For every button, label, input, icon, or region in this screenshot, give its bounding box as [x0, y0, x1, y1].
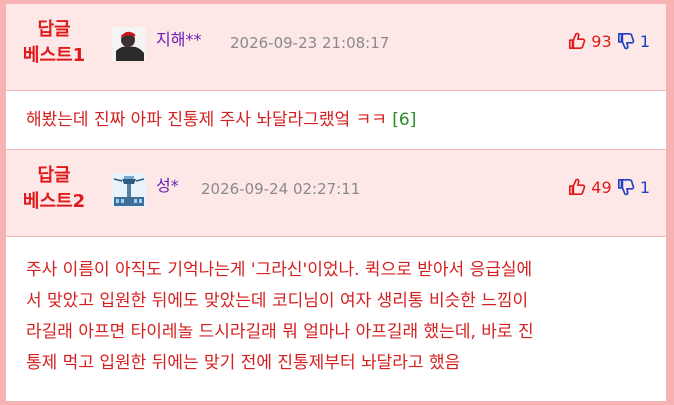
comment-text-line: 주사 이름이 아직도 기억나는게 '그라신'이었나. 퀵으로 받아서 응급실에	[26, 260, 533, 280]
upvote-count: 49	[591, 178, 612, 197]
timestamp: 2026-09-24 02:27:11	[201, 180, 361, 198]
comment-body-1: 해봤는데 진짜 아파 진통제 주사 놔달라그랬엌 ㅋㅋ [6]	[6, 90, 666, 150]
best-comments-panel: 답글 베스트1 지해** 2026-09-23 21:08:17 93 1 해봤…	[6, 4, 666, 401]
vote-controls-1: 93 1	[568, 32, 650, 52]
avatar-photo-icon	[112, 27, 146, 61]
comment-header-1: 답글 베스트1 지해** 2026-09-23 21:08:17 93 1	[6, 4, 666, 90]
avatar[interactable]	[112, 27, 146, 61]
upvote-count: 93	[591, 32, 612, 51]
comment-text: 주사 이름이 아직도 기억나는게 '그라신'이었나. 퀵으로 받아서 응급실에 …	[6, 237, 646, 379]
best-rank-badge-1: 답글 베스트1	[12, 17, 96, 69]
airport-tower-icon	[112, 173, 146, 207]
downvote-count: 1	[639, 32, 650, 51]
downvote-count: 1	[639, 178, 650, 197]
comment-text: 해봤는데 진짜 아파 진통제 주사 놔달라그랬엌 ㅋㅋ [6]	[6, 91, 646, 136]
reply-count-link[interactable]: [6]	[392, 110, 416, 130]
upvote-button[interactable]: 49	[568, 178, 617, 197]
vote-controls-2: 49 1	[568, 178, 650, 198]
timestamp: 2026-09-23 21:08:17	[230, 34, 390, 52]
thumbs-down-icon	[617, 178, 635, 196]
downvote-button[interactable]: 1	[617, 32, 650, 51]
downvote-button[interactable]: 1	[617, 178, 650, 197]
comment-text-line: 서 맞았고 입원한 뒤에도 맞았는데 코디님이 여자 생리통 비슷한 느낌이	[26, 291, 529, 311]
comment-body-2: 주사 이름이 아직도 기억나는게 '그라신'이었나. 퀵으로 받아서 응급실에 …	[6, 236, 666, 401]
best-rank-badge-2: 답글 베스트2	[12, 163, 96, 215]
comment-header-2: 답글 베스트2 성* 2026-09-24 02:27:11 49 1	[6, 150, 666, 236]
rank-label-line1: 답글	[37, 19, 71, 40]
comment-text-content: 해봤는데 진짜 아파 진통제 주사 놔달라그랬엌 ㅋㅋ	[26, 110, 387, 130]
rank-label-line1: 답글	[37, 165, 71, 186]
nickname[interactable]: 성*	[156, 176, 179, 196]
avatar[interactable]	[112, 173, 146, 207]
thumbs-up-icon	[569, 32, 586, 50]
upvote-button[interactable]: 93	[568, 32, 617, 51]
thumbs-up-icon	[569, 178, 586, 196]
comment-text-line: 통제 먹고 입원한 뒤에는 맞기 전에 진통제부터 놔달라고 했음	[26, 353, 461, 373]
rank-label-line2: 베스트2	[22, 191, 86, 212]
thumbs-down-icon	[617, 32, 635, 50]
comment-text-line: 라길래 아프면 타이레놀 드시라길래 뭐 얼마나 아프길래 했는데, 바로 진	[26, 322, 534, 342]
nickname[interactable]: 지해**	[156, 30, 201, 50]
rank-label-line2: 베스트1	[22, 45, 86, 66]
